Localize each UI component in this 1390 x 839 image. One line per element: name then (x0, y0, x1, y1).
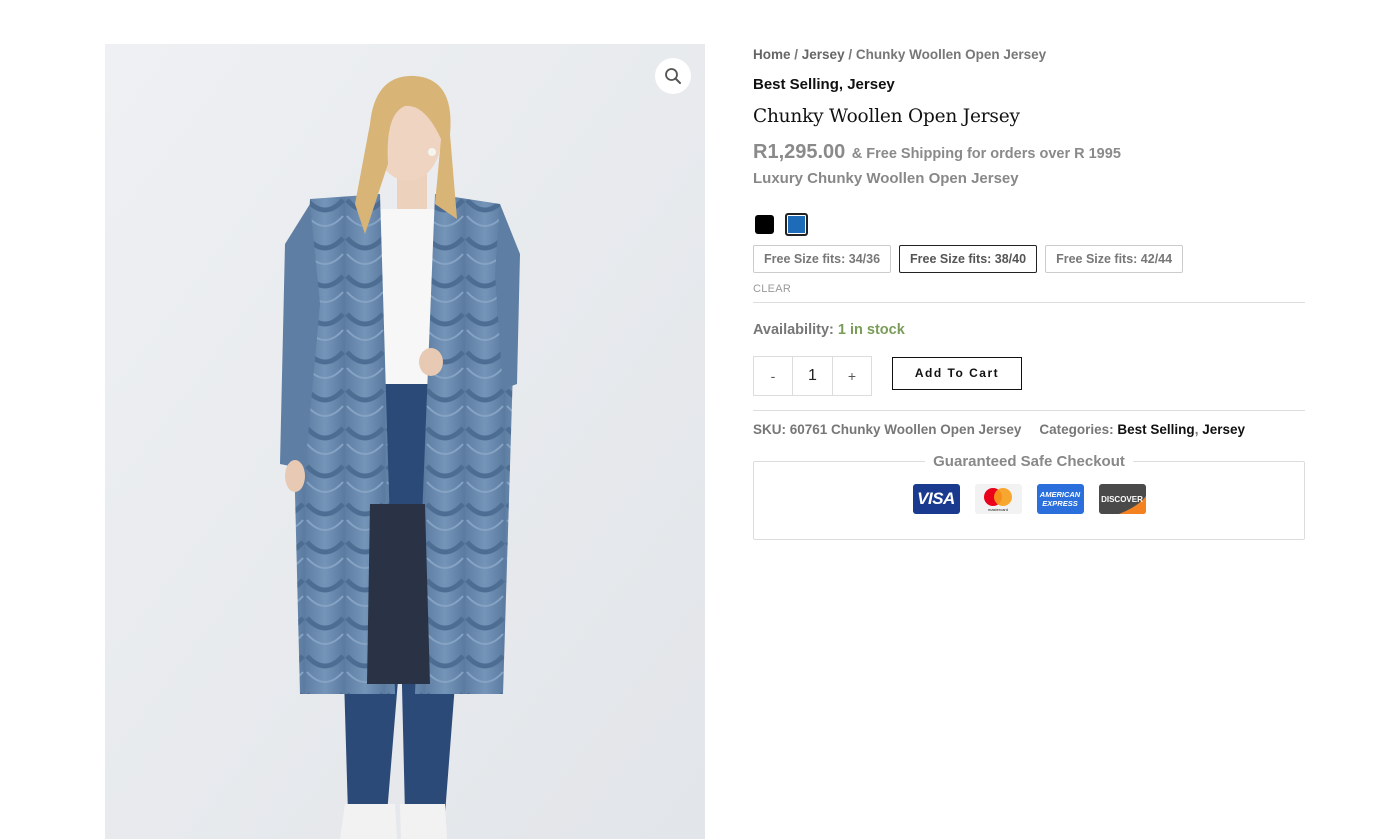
availability-label: Availability: (753, 322, 834, 338)
categories-label: Categories: (1039, 422, 1114, 437)
amex-line-2: EXPRESS (1042, 499, 1078, 508)
add-to-cart-row: - 1 + Add To Cart (753, 356, 1305, 396)
availability: Availability: 1 in stock (753, 320, 1305, 340)
product-categories: Best Selling, Jersey (753, 75, 1305, 95)
sku-label: SKU: (753, 422, 786, 437)
stock-status: 1 in stock (837, 322, 905, 338)
short-description: Luxury Chunky Woollen Open Jersey (753, 170, 1019, 187)
color-swatch-black[interactable] (755, 214, 774, 234)
sku-value: 60761 Chunky Woollen Open Jersey (789, 422, 1022, 437)
color-swatches (753, 212, 1305, 236)
safe-checkout-box: Guaranteed Safe Checkout VISA mastercard… (753, 452, 1305, 540)
visa-logo: VISA (912, 484, 960, 514)
zoom-button[interactable] (655, 58, 691, 94)
quantity-input[interactable]: 1 (792, 357, 833, 395)
magnifier-icon (665, 68, 681, 84)
mastercard-circles-icon (984, 487, 1012, 506)
discover-wordmark: DISCOVER (1101, 494, 1143, 504)
size-option-38-40[interactable]: Free Size fits: 38/40 (899, 245, 1038, 273)
meta-categories: Categories: Best Selling, Jersey (1039, 421, 1245, 439)
shipping-note: & Free Shipping for orders over R 1995 (851, 146, 1121, 162)
breadcrumb-separator: / (844, 47, 856, 62)
safe-checkout-title: Guaranteed Safe Checkout (925, 452, 1133, 471)
payment-logos: VISA mastercard AMERICAN EXPRESS DISCOVE… (754, 484, 1304, 514)
quantity-decrease-button[interactable]: - (754, 357, 792, 395)
mastercard-wordmark: mastercard (987, 506, 1008, 512)
breadcrumb-home[interactable]: Home (753, 47, 791, 62)
size-option-34-36[interactable]: Free Size fits: 34/36 (753, 245, 892, 273)
size-options: Free Size fits: 34/36 Free Size fits: 38… (753, 245, 1305, 273)
category-link-best-selling[interactable]: Best Selling (753, 76, 839, 93)
category-link-jersey[interactable]: Jersey (847, 76, 895, 93)
quantity-increase-button[interactable]: + (833, 357, 871, 395)
mastercard-logo: mastercard (974, 484, 1022, 514)
breadcrumb-current: Chunky Woollen Open Jersey (855, 47, 1047, 62)
product-summary: Home / Jersey / Chunky Woollen Open Jers… (753, 44, 1305, 540)
meta-category-best-selling[interactable]: Best Selling (1117, 422, 1194, 437)
meta-category-jersey[interactable]: Jersey (1202, 422, 1245, 437)
size-option-42-44[interactable]: Free Size fits: 42/44 (1045, 245, 1184, 273)
amex-logo: AMERICAN EXPRESS (1036, 484, 1084, 514)
product-photo (105, 44, 705, 839)
divider (753, 410, 1305, 411)
category-separator: , (838, 76, 848, 93)
discover-logo: DISCOVER (1098, 484, 1146, 514)
color-swatch-blue[interactable] (785, 212, 808, 236)
product-image[interactable] (105, 44, 705, 839)
product-price: R1,295.00 (753, 141, 846, 163)
add-to-cart-button[interactable]: Add To Cart (892, 356, 1022, 390)
breadcrumb-category[interactable]: Jersey (802, 47, 845, 62)
product-title: Chunky Woollen Open Jersey (753, 106, 1020, 127)
clear-selection-link[interactable]: CLEAR (753, 283, 1305, 297)
divider (753, 302, 1305, 303)
price-row: R1,295.00 & Free Shipping for orders ove… (753, 139, 1305, 167)
breadcrumb-separator: / (790, 47, 802, 62)
sku: SKU: 60761 Chunky Woollen Open Jersey (753, 421, 1021, 439)
breadcrumb: Home / Jersey / Chunky Woollen Open Jers… (753, 44, 1305, 66)
product-meta: SKU: 60761 Chunky Woollen Open Jersey Ca… (753, 421, 1305, 439)
amex-line-1: AMERICAN (1039, 490, 1081, 499)
quantity-stepper: - 1 + (753, 356, 872, 396)
